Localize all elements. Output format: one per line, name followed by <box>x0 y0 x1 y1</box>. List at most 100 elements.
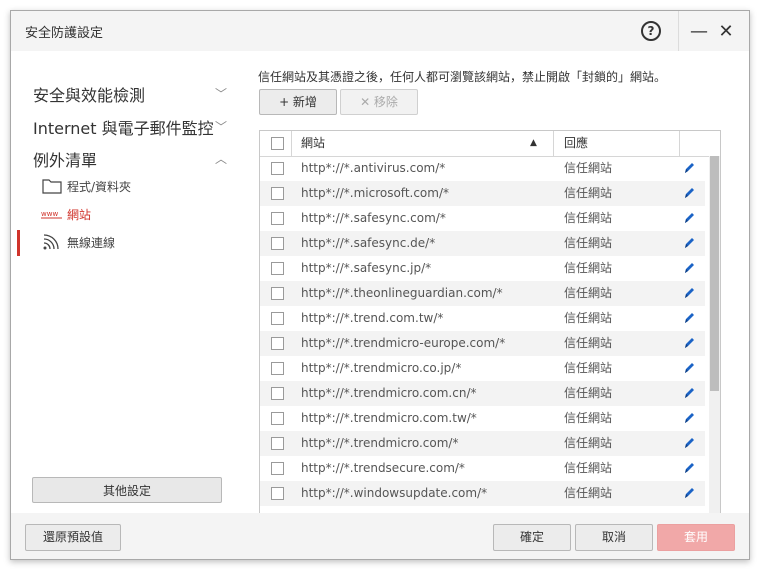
select-all-checkbox[interactable] <box>271 137 284 150</box>
chevron-up-icon: ︿ <box>214 152 227 166</box>
pencil-icon[interactable] <box>682 410 696 426</box>
row-response: 信任網站 <box>564 386 613 400</box>
row-checkbox[interactable] <box>271 412 284 425</box>
table-row[interactable]: http*://*.trendmicro.co.jp/* 信任網站 <box>260 356 705 381</box>
row-response: 信任網站 <box>564 186 613 200</box>
table-row[interactable]: http*://*.theonlineguardian.com/* 信任網站 <box>260 281 705 306</box>
cancel-button[interactable]: 取消 <box>575 524 653 551</box>
table-row[interactable]: http*://*.trendmicro.com/* 信任網站 <box>260 431 705 456</box>
pencil-icon[interactable] <box>682 285 696 301</box>
row-url: http*://*.antivirus.com/* <box>301 161 446 175</box>
row-response: 信任網站 <box>564 311 613 325</box>
sidebar-item-wireless[interactable]: 無線連線 <box>41 231 221 253</box>
pencil-icon[interactable] <box>682 310 696 326</box>
pencil-icon[interactable] <box>682 335 696 351</box>
row-checkbox[interactable] <box>271 437 284 450</box>
nav-label: 安全與效能檢測 <box>33 86 146 105</box>
pencil-icon[interactable] <box>682 185 696 201</box>
help-icon: ? <box>641 21 661 41</box>
chevron-down-icon: ﹀ <box>214 120 227 134</box>
table-row[interactable]: http*://*.trendmicro.com.tw/* 信任網站 <box>260 406 705 431</box>
row-url: http*://*.trendsecure.com/* <box>301 461 465 475</box>
other-settings-button[interactable]: 其他設定 <box>32 477 222 503</box>
pencil-icon[interactable] <box>682 460 696 476</box>
row-response: 信任網站 <box>564 286 613 300</box>
sidebar-item-label: 網站 <box>67 207 92 222</box>
row-checkbox[interactable] <box>271 462 284 475</box>
row-checkbox[interactable] <box>271 262 284 275</box>
nav-exception-list[interactable]: 例外清單 ︿ <box>33 147 233 171</box>
pencil-icon[interactable] <box>682 435 696 451</box>
row-checkbox[interactable] <box>271 287 284 300</box>
row-url: http*://*.theonlineguardian.com/* <box>301 286 503 300</box>
row-checkbox[interactable] <box>271 237 284 250</box>
row-url: http*://*.trendmicro-europe.com/* <box>301 336 506 350</box>
column-separator <box>291 131 292 156</box>
window-title: 安全防護設定 <box>25 26 104 41</box>
table-row[interactable]: http*://*.trendmicro-europe.com/* 信任網站 <box>260 331 705 356</box>
sort-ascending-icon[interactable]: ▲ <box>530 131 537 156</box>
restore-defaults-button[interactable]: 還原預設值 <box>25 524 121 551</box>
footer: 還原預設值 確定 取消 套用 <box>11 513 749 559</box>
pencil-icon[interactable] <box>682 260 696 276</box>
help-button[interactable]: ? <box>641 21 661 41</box>
pencil-icon[interactable] <box>682 385 696 401</box>
row-url: http*://*.trendmicro.com.tw/* <box>301 411 477 425</box>
sidebar-item-programs-folders[interactable]: 程式/資料夾 <box>41 175 221 197</box>
sidebar-item-label: 無線連線 <box>67 235 116 250</box>
row-checkbox[interactable] <box>271 187 284 200</box>
minimize-button[interactable]: — <box>689 21 709 42</box>
add-button[interactable]: + 新增 <box>259 89 337 115</box>
row-checkbox[interactable] <box>271 362 284 375</box>
row-response: 信任網站 <box>564 411 613 425</box>
pencil-icon[interactable] <box>682 210 696 226</box>
row-response: 信任網站 <box>564 236 613 250</box>
row-response: 信任網站 <box>564 261 613 275</box>
vertical-scrollbar[interactable] <box>709 156 720 513</box>
table-row[interactable]: http*://*.trend.com.tw/* 信任網站 <box>260 306 705 331</box>
row-url: http*://*.trendmicro.co.jp/* <box>301 361 462 375</box>
column-separator <box>679 131 680 156</box>
www-icon: www <box>41 205 63 223</box>
chevron-down-icon: ﹀ <box>214 87 227 101</box>
row-checkbox[interactable] <box>271 387 284 400</box>
row-checkbox[interactable] <box>271 162 284 175</box>
column-header-site[interactable]: 網站 <box>301 131 325 156</box>
apply-button[interactable]: 套用 <box>657 524 735 551</box>
table-row[interactable]: http*://*.safesync.jp/* 信任網站 <box>260 256 705 281</box>
column-header-response[interactable]: 回應 <box>564 131 588 156</box>
row-url: http*://*.windowsupdate.com/* <box>301 486 488 500</box>
close-button[interactable]: ✕ <box>716 20 736 42</box>
row-url: http*://*.safesync.jp/* <box>301 261 432 275</box>
active-indicator <box>17 230 20 256</box>
table-row[interactable]: http*://*.antivirus.com/* 信任網站 <box>260 156 705 181</box>
row-checkbox[interactable] <box>271 337 284 350</box>
row-checkbox[interactable] <box>271 212 284 225</box>
table-row[interactable]: http*://*.microsoft.com/* 信任網站 <box>260 181 705 206</box>
table-row[interactable]: http*://*.trendmicro.com.cn/* 信任網站 <box>260 381 705 406</box>
row-response: 信任網站 <box>564 211 613 225</box>
row-checkbox[interactable] <box>271 312 284 325</box>
pencil-icon[interactable] <box>682 160 696 176</box>
row-url: http*://*.trendmicro.com/* <box>301 436 459 450</box>
remove-button[interactable]: ✕ 移除 <box>340 89 418 115</box>
row-checkbox[interactable] <box>271 487 284 500</box>
nav-internet-email[interactable]: Internet 與電子郵件監控 ﹀ <box>33 115 233 139</box>
close-icon: ✕ <box>718 20 734 42</box>
row-url: http*://*.microsoft.com/* <box>301 186 450 200</box>
table-row[interactable]: http*://*.safesync.com/* 信任網站 <box>260 206 705 231</box>
row-response: 信任網站 <box>564 336 613 350</box>
titlebar-divider <box>678 11 679 51</box>
pencil-icon[interactable] <box>682 360 696 376</box>
table-row[interactable]: http*://*.trendsecure.com/* 信任網站 <box>260 456 705 481</box>
table-row[interactable]: http*://*.windowsupdate.com/* 信任網站 <box>260 481 705 506</box>
sidebar-item-websites[interactable]: www 網站 <box>41 203 221 225</box>
table-row[interactable]: http*://*.safesync.de/* 信任網站 <box>260 231 705 256</box>
websites-table: 網站 ▲ 回應 http*://*.antivirus.com/* 信任網站 htt… <box>259 130 721 514</box>
pencil-icon[interactable] <box>682 485 696 501</box>
ok-button[interactable]: 確定 <box>493 524 571 551</box>
scrollbar-thumb[interactable] <box>710 156 719 391</box>
pencil-icon[interactable] <box>682 235 696 251</box>
nav-security-performance[interactable]: 安全與效能檢測 ﹀ <box>33 82 233 106</box>
nav-label: 例外清單 <box>33 151 98 170</box>
